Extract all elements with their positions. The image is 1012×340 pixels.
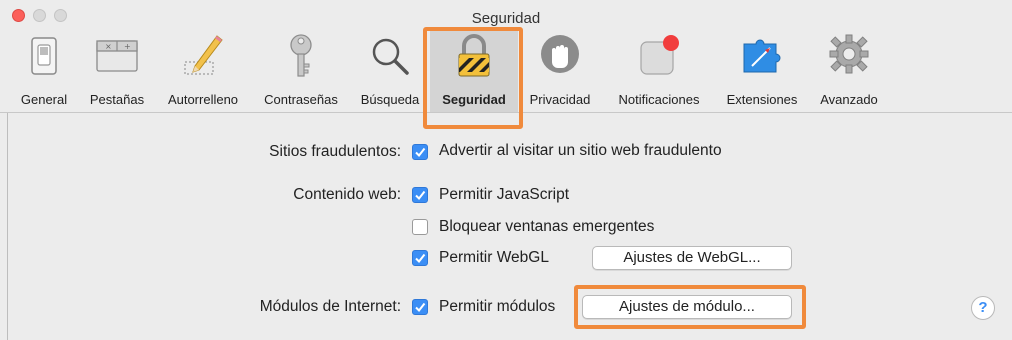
tab-busqueda[interactable]: Búsqueda	[350, 30, 430, 112]
tab-contrasenas[interactable]: Contraseñas	[252, 30, 350, 112]
plugins-text: Permitir módulos	[439, 298, 556, 315]
block-popups-text: Bloquear ventanas emergentes	[439, 218, 655, 235]
window-edge	[7, 113, 8, 340]
fraud-warning-checkbox[interactable]	[412, 144, 428, 160]
tab-autorrelleno[interactable]: Autorrelleno	[154, 30, 252, 112]
hand-icon	[536, 32, 584, 80]
tab-label: Contraseñas	[264, 92, 338, 107]
gear-icon	[825, 32, 873, 80]
key-icon	[277, 32, 325, 80]
checkmark-icon	[415, 190, 426, 201]
checkmark-icon	[415, 253, 426, 264]
tab-label: Extensiones	[726, 92, 798, 107]
window-title: Seguridad	[471, 10, 541, 27]
fraud-label: Sitios fraudulentos:	[269, 143, 401, 160]
tab-pestanas[interactable]: × + Pestañas	[80, 30, 154, 112]
web-content-label: Contenido web:	[293, 186, 401, 203]
tab-label: Privacidad	[529, 92, 591, 107]
webgl-settings-button[interactable]: Ajustes de WebGL...	[592, 246, 792, 270]
magnifier-icon	[366, 32, 414, 80]
fraud-warning-text: Advertir al visitar un sitio web fraudul…	[439, 142, 722, 159]
pencil-icon	[179, 32, 227, 80]
notification-badge-icon	[635, 32, 683, 80]
tab-avanzado[interactable]: Avanzado	[808, 30, 890, 112]
seguridad-highlight-box	[423, 27, 523, 129]
block-popups-checkbox[interactable]	[412, 219, 428, 235]
javascript-text: Permitir JavaScript	[439, 186, 570, 203]
tab-label: Autorrelleno	[167, 92, 239, 107]
title-bar: Seguridad	[0, 0, 1012, 30]
tab-extensiones[interactable]: Extensiones	[716, 30, 808, 112]
general-switch-icon	[20, 32, 68, 80]
plugin-settings-highlight-box	[574, 285, 806, 329]
help-button[interactable]: ?	[971, 296, 995, 320]
tab-label: Avanzado	[820, 92, 878, 107]
plugins-checkbox[interactable]	[412, 299, 428, 315]
puzzle-icon	[738, 32, 786, 80]
tab-notificaciones[interactable]: Notificaciones	[602, 30, 716, 112]
tab-label: General	[20, 92, 68, 107]
tab-label: Pestañas	[89, 92, 145, 107]
tab-label: Notificaciones	[618, 92, 700, 107]
svg-text:+: +	[124, 42, 131, 51]
checkmark-icon	[415, 147, 426, 158]
tab-privacidad[interactable]: Privacidad	[518, 30, 602, 112]
preferences-window: Seguridad General × + Pestañas Autorrell…	[0, 0, 1012, 340]
plugins-label: Módulos de Internet:	[259, 298, 401, 315]
webgl-checkbox[interactable]	[412, 250, 428, 266]
webgl-text: Permitir WebGL	[439, 249, 549, 266]
tabs-window-icon: × +	[93, 32, 141, 80]
svg-text:×: ×	[105, 42, 112, 51]
javascript-checkbox[interactable]	[412, 187, 428, 203]
tab-label: Búsqueda	[360, 92, 420, 107]
checkmark-icon	[415, 302, 426, 313]
tab-general[interactable]: General	[8, 30, 80, 112]
